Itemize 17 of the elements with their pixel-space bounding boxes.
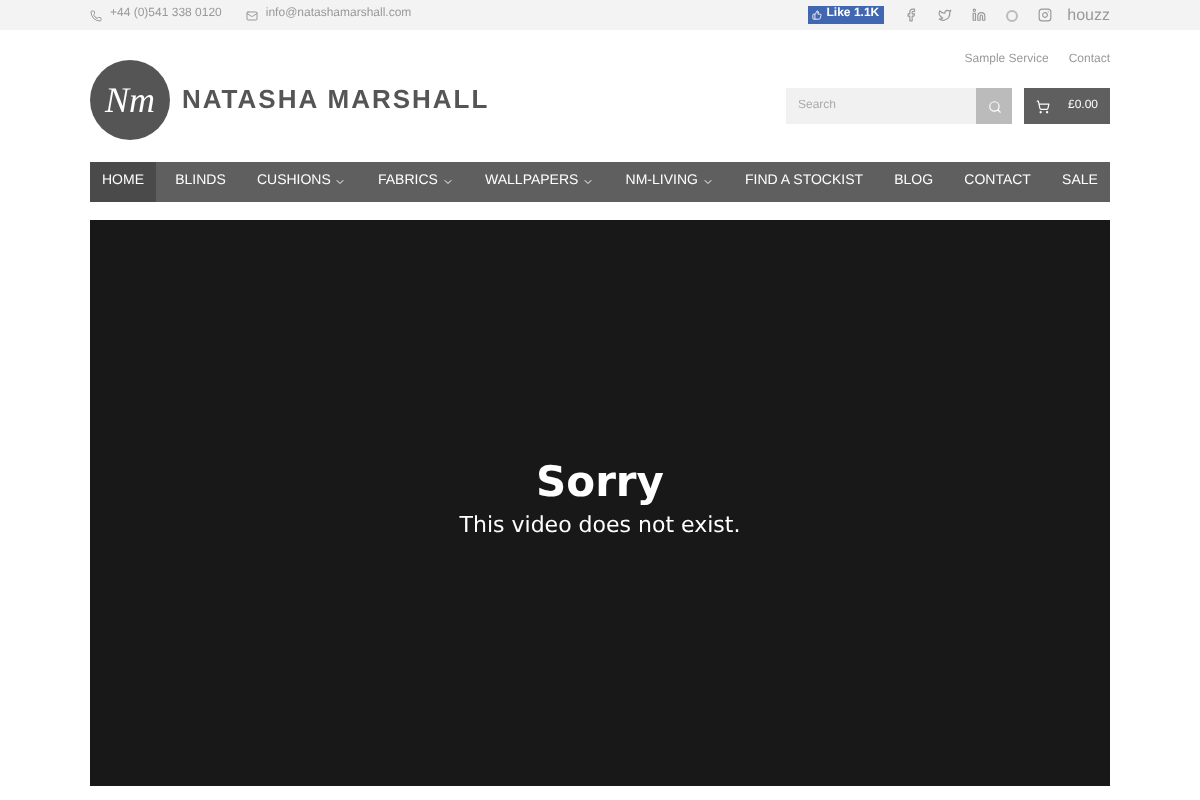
phone-icon bbox=[90, 9, 102, 21]
search-button[interactable] bbox=[976, 88, 1012, 124]
search-icon bbox=[987, 99, 1001, 113]
linkedin-icon[interactable] bbox=[971, 8, 986, 22]
video-error-message: This video does not exist. bbox=[459, 510, 741, 543]
video-error-title: Sorry bbox=[536, 462, 664, 505]
caret-icon bbox=[582, 176, 595, 188]
mail-icon bbox=[245, 9, 258, 21]
facebook-icon[interactable] bbox=[903, 8, 918, 22]
caret-icon bbox=[701, 176, 714, 188]
caret-icon bbox=[441, 176, 454, 188]
instagram-icon[interactable] bbox=[1037, 8, 1052, 22]
cart-icon bbox=[1036, 99, 1050, 113]
logo-text: NATASHA MARSHALL bbox=[182, 82, 490, 119]
thumbs-up-icon bbox=[812, 10, 823, 20]
caret-icon bbox=[334, 176, 347, 188]
twitter-icon[interactable] bbox=[937, 8, 952, 22]
